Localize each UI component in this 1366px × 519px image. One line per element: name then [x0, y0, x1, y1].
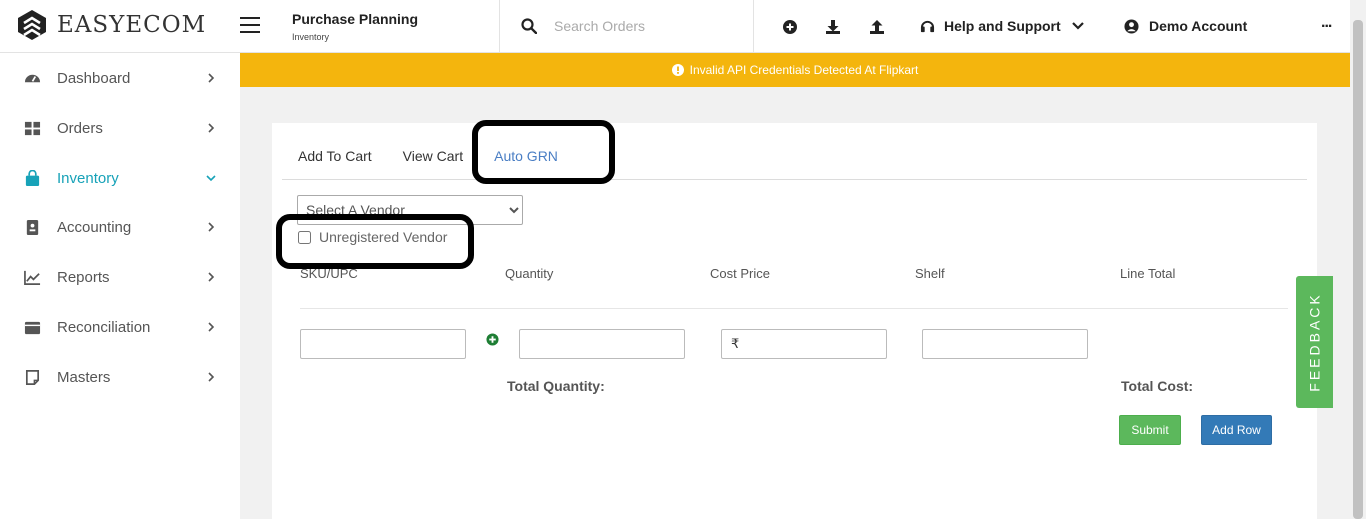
cost-price-input[interactable]: [721, 329, 887, 359]
column-header-line-total: Line Total: [1120, 266, 1176, 281]
account-menu[interactable]: Demo Account: [1124, 18, 1247, 34]
user-circle-icon: [1124, 18, 1139, 34]
more-options-button[interactable]: ...: [1321, 14, 1332, 32]
note-icon: [25, 369, 40, 385]
sidebar-item-label: Reports: [57, 268, 110, 286]
chevron-right-icon: [208, 372, 215, 382]
total-cost-label: Total Cost:: [1121, 378, 1194, 394]
sidebar-item-reports[interactable]: Reports: [0, 257, 240, 297]
chevron-right-icon: [208, 73, 215, 83]
total-quantity-label: Total Quantity:: [507, 378, 605, 394]
sidebar-item-reconciliation[interactable]: Reconciliation: [0, 307, 240, 347]
sidebar-item-label: Reconciliation: [57, 318, 151, 336]
alert-banner: Invalid API Credentials Detected At Flip…: [240, 53, 1350, 87]
tab-auto-grn[interactable]: Auto GRN: [494, 148, 558, 164]
chevron-down-icon: [1071, 22, 1084, 30]
tabs-divider: [282, 179, 1307, 180]
search-icon[interactable]: [521, 18, 537, 34]
tab-view-cart[interactable]: View Cart: [403, 148, 463, 164]
hamburger-line: [240, 31, 260, 33]
tab-bar: Add To Cart View Cart Auto GRN: [298, 148, 589, 164]
help-support-menu[interactable]: Help and Support: [920, 18, 1094, 34]
sidebar-item-label: Dashboard: [57, 69, 131, 87]
column-header-sku: SKU/UPC: [300, 266, 358, 281]
header-divider: [753, 0, 754, 52]
add-sku-icon[interactable]: [486, 333, 499, 346]
alert-message: Invalid API Credentials Detected At Flip…: [689, 63, 919, 77]
dashboard-gauge-icon: [24, 74, 41, 82]
upload-icon[interactable]: [869, 19, 885, 35]
page-title-block: Purchase Planning Inventory: [292, 11, 418, 42]
grid-icon: [24, 121, 41, 135]
sidebar-item-label: Orders: [57, 119, 103, 137]
add-row-button[interactable]: Add Row: [1201, 415, 1272, 445]
top-bar: EASYECOM Purchase Planning Inventory Sea…: [0, 0, 1350, 53]
easyecom-logo-icon: [18, 10, 46, 40]
brand-logo[interactable]: EASYECOM: [16, 9, 206, 41]
add-circle-icon[interactable]: [782, 19, 798, 35]
shelf-input[interactable]: [922, 329, 1088, 359]
line-chart-icon: [24, 270, 41, 285]
sidebar-item-accounting[interactable]: Accounting: [0, 207, 240, 247]
chevron-right-icon: [208, 123, 215, 133]
unregistered-vendor-label: Unregistered Vendor: [319, 229, 448, 245]
shopping-bag-icon: [25, 169, 40, 186]
sku-input[interactable]: [300, 329, 466, 359]
column-header-cost-price: Cost Price: [710, 266, 770, 281]
chevron-down-icon: [206, 175, 216, 182]
page-scrollbar[interactable]: [1350, 0, 1366, 519]
help-support-label: Help and Support: [944, 18, 1061, 34]
header-divider: [300, 308, 1288, 309]
feedback-label: FEEDBACK: [1306, 292, 1323, 392]
sidebar-item-label: Inventory: [57, 169, 119, 187]
vendor-select[interactable]: Select A Vendor: [297, 195, 523, 225]
quantity-input[interactable]: [519, 329, 685, 359]
sidebar: Dashboard Orders Inventory Accounting Re…: [0, 53, 240, 519]
headset-icon: [920, 20, 935, 32]
column-header-quantity: Quantity: [505, 266, 554, 281]
column-header-shelf: Shelf: [915, 266, 945, 281]
search-bar: [521, 18, 734, 34]
sidebar-item-inventory[interactable]: Inventory: [0, 158, 240, 198]
hamburger-line: [240, 17, 260, 19]
brand-name: EASYECOM: [57, 12, 207, 38]
header-divider: [499, 0, 500, 52]
sidebar-item-label: Masters: [57, 368, 111, 386]
sidebar-item-label: Accounting: [57, 218, 132, 236]
chevron-right-icon: [208, 272, 215, 282]
unregistered-vendor-option[interactable]: Unregistered Vendor: [298, 229, 447, 245]
currency-symbol: ₹: [731, 336, 740, 351]
purchase-card: Add To Cart View Cart Auto GRN Select A …: [272, 123, 1317, 519]
wallet-icon: [24, 321, 41, 334]
chevron-right-icon: [208, 222, 215, 232]
search-input[interactable]: [554, 18, 734, 34]
account-label: Demo Account: [1149, 18, 1248, 34]
ledger-icon: [26, 219, 39, 235]
hamburger-line: [240, 24, 260, 26]
page-title: Purchase Planning: [292, 11, 419, 27]
submit-button[interactable]: Submit: [1119, 415, 1181, 445]
sidebar-item-dashboard[interactable]: Dashboard: [0, 58, 240, 98]
chevron-right-icon: [208, 322, 215, 332]
feedback-tab[interactable]: FEEDBACK: [1296, 276, 1333, 408]
info-circle-icon: [671, 64, 684, 76]
unregistered-vendor-checkbox[interactable]: [298, 230, 311, 244]
page-subtitle: Inventory: [292, 32, 330, 42]
download-icon[interactable]: [825, 19, 841, 35]
tab-add-to-cart[interactable]: Add To Cart: [298, 148, 372, 164]
scrollbar-thumb[interactable]: [1353, 20, 1363, 519]
main-content: Invalid API Credentials Detected At Flip…: [240, 53, 1350, 519]
sidebar-item-masters[interactable]: Masters: [0, 357, 240, 397]
sidebar-item-orders[interactable]: Orders: [0, 108, 240, 148]
menu-toggle-button[interactable]: [240, 17, 260, 33]
